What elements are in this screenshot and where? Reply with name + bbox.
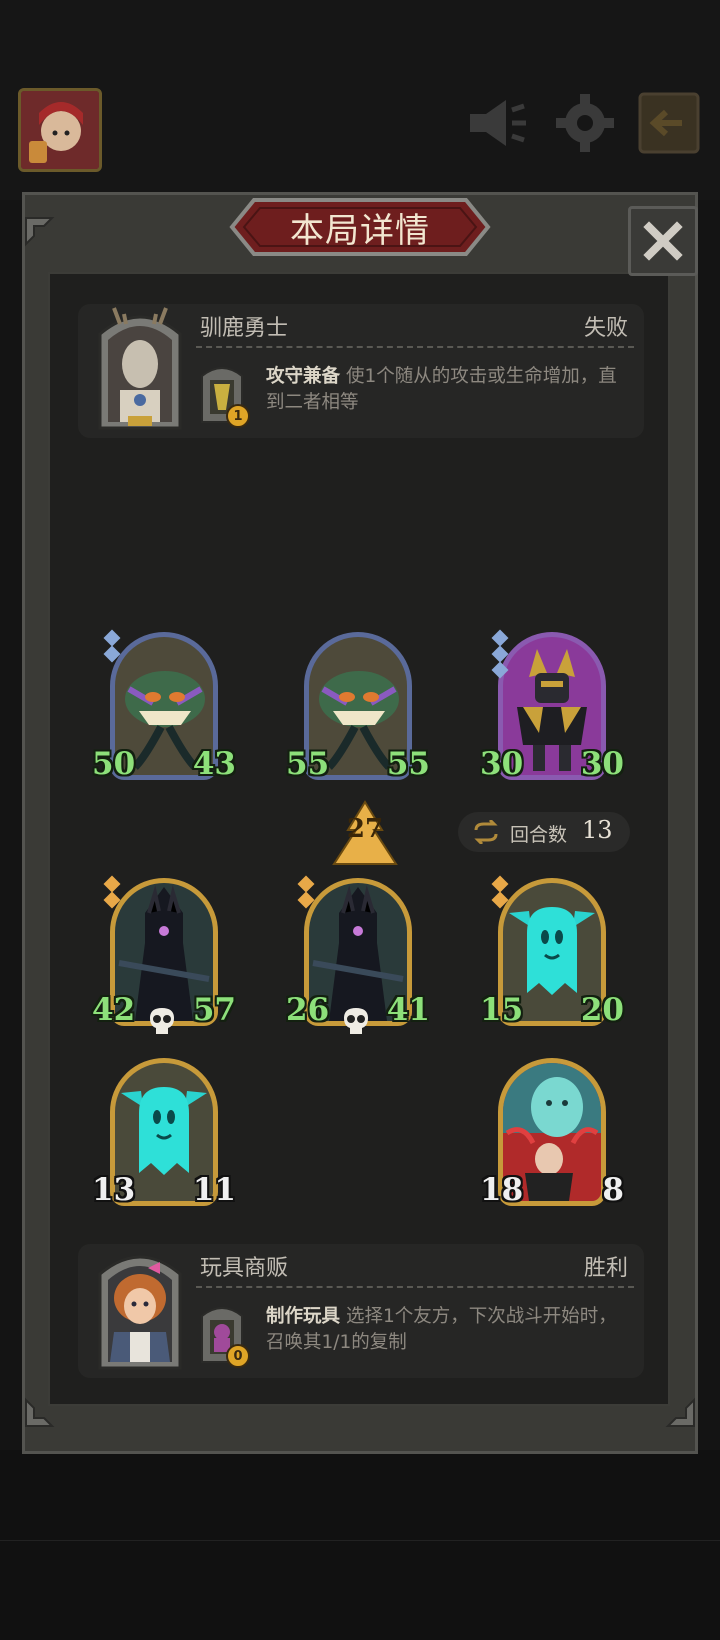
opponent-result: 失败 [583, 316, 628, 341]
minion-attack: 13 [92, 1172, 136, 1208]
player-hero-power-text: 制作玩具 选择1个友方，下次战斗开始时，召唤其1/1的复制 [266, 1304, 626, 1356]
minion-health: 11 [192, 1172, 236, 1208]
player-info-card: 玩具商贩 胜利 0 制作玩具 选择1个友方，下次战斗开始时，召唤其1/1的复制 [78, 1244, 644, 1378]
hero-power-cost: 0 [226, 1344, 250, 1368]
panel-corner-ornament [664, 1396, 696, 1428]
minion-attack: 18 [480, 1172, 524, 1208]
player-result: 胜利 [583, 1256, 628, 1281]
player-minion-5[interactable]: 18 8 [480, 1050, 624, 1220]
minion-health: 55 [386, 746, 430, 782]
minion-health: 30 [580, 746, 624, 782]
tavern-tier-value: 27 [346, 814, 384, 844]
minion-health: 41 [386, 992, 430, 1028]
player-avatar[interactable] [18, 88, 102, 172]
opponent-hero-power-text: 攻守兼备 使1个随从的攻击或生命增加，直到二者相等 [266, 364, 626, 416]
player-portrait[interactable] [90, 1244, 190, 1372]
background-bottom [0, 1450, 720, 1640]
player-minion-3[interactable]: 15 20 [480, 870, 624, 1040]
dialog-title: 本局详情 [290, 210, 430, 251]
player-minion-1[interactable]: 42 57 [92, 870, 236, 1040]
player-hero-power-icon[interactable]: 0 [198, 1302, 250, 1368]
opponent-portrait[interactable] [90, 304, 190, 432]
minion-health: 43 [192, 746, 236, 782]
hero-power-cost: 1 [226, 404, 250, 428]
hero-power-name: 攻守兼备 [266, 366, 341, 387]
opponent-minion-1[interactable]: 50 43 [92, 624, 236, 794]
title-banner: 本局详情 [228, 196, 492, 258]
close-button[interactable] [628, 206, 698, 276]
turns-value: 13 [582, 816, 613, 844]
turns-counter: 回合数 13 [458, 812, 630, 852]
minion-attack: 55 [286, 746, 330, 782]
player-minion-4[interactable]: 13 11 [92, 1050, 236, 1220]
sound-off-icon[interactable] [460, 88, 530, 158]
minion-health: 20 [580, 992, 624, 1028]
opponent-minion-2[interactable]: 55 55 [286, 624, 430, 794]
player-name: 玩具商贩 [200, 1256, 289, 1281]
exit-icon[interactable] [634, 88, 704, 158]
minion-attack: 15 [480, 992, 524, 1028]
panel-corner-ornament [24, 216, 56, 248]
turns-label: 回合数 [510, 824, 568, 846]
panel-corner-ornament [24, 1396, 56, 1428]
minion-attack: 50 [92, 746, 136, 782]
opponent-name: 驯鹿勇士 [200, 316, 289, 341]
skull-icon [344, 1008, 368, 1034]
opponent-minion-3[interactable]: 30 30 [480, 624, 624, 794]
skull-icon [150, 1008, 174, 1034]
opponent-info-card: 驯鹿勇士 失败 1 攻守兼备 使1个随从的攻击或生命增加，直到二者相等 [78, 304, 644, 438]
turns-icon [474, 820, 498, 844]
opponent-hero-power-icon[interactable]: 1 [198, 362, 250, 428]
minion-attack: 30 [480, 746, 524, 782]
divider [196, 1286, 634, 1288]
tavern-tier-badge: 27 [330, 800, 400, 868]
close-icon [643, 221, 683, 261]
player-minion-2[interactable]: 26 41 [286, 870, 430, 1040]
minion-attack: 42 [92, 992, 136, 1028]
divider [196, 346, 634, 348]
minion-health: 8 [602, 1172, 624, 1208]
hero-power-name: 制作玩具 [266, 1306, 341, 1327]
minion-health: 57 [192, 992, 236, 1028]
minion-attack: 26 [286, 992, 330, 1028]
settings-icon[interactable] [550, 88, 620, 158]
